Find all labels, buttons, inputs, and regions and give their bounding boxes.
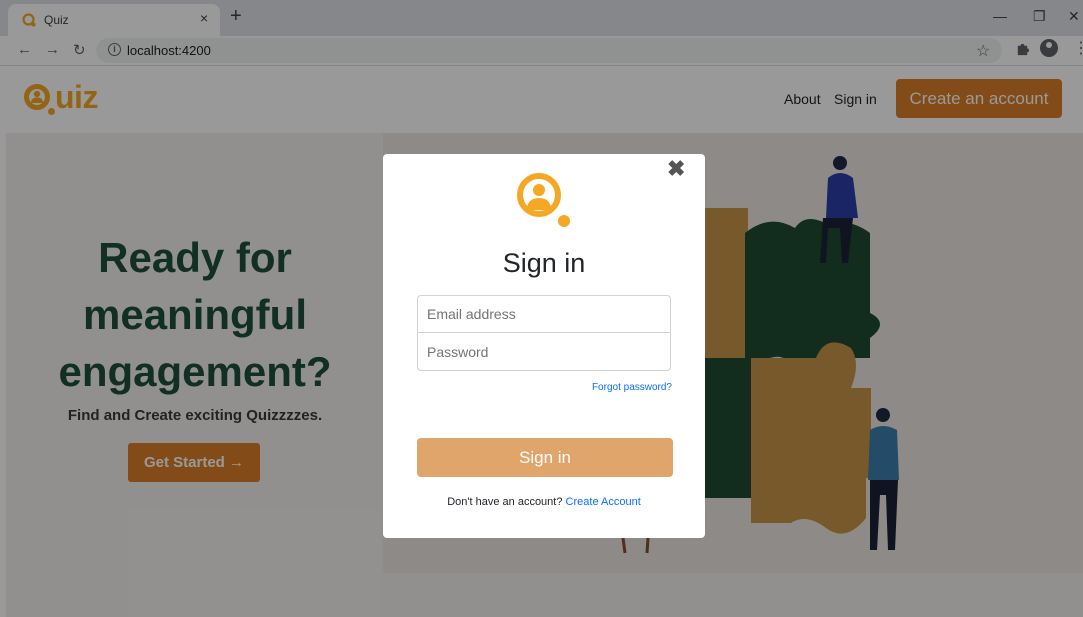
close-icon[interactable]: ✖ xyxy=(667,156,685,182)
signup-prompt: Don't have an account? Create Account xyxy=(383,496,705,508)
no-account-text: Don't have an account? xyxy=(447,496,563,508)
signin-modal: ✖ Sign in Forgot password? Sign in Don't… xyxy=(383,154,705,538)
modal-title: Sign in xyxy=(502,248,586,278)
create-account-link[interactable]: Create Account xyxy=(566,496,641,508)
quiz-logo-icon xyxy=(517,173,570,227)
signin-submit-button[interactable]: Sign in xyxy=(417,438,673,477)
forgot-password-link[interactable]: Forgot password? xyxy=(592,382,672,393)
email-field[interactable] xyxy=(417,295,671,333)
password-field[interactable] xyxy=(417,333,671,371)
